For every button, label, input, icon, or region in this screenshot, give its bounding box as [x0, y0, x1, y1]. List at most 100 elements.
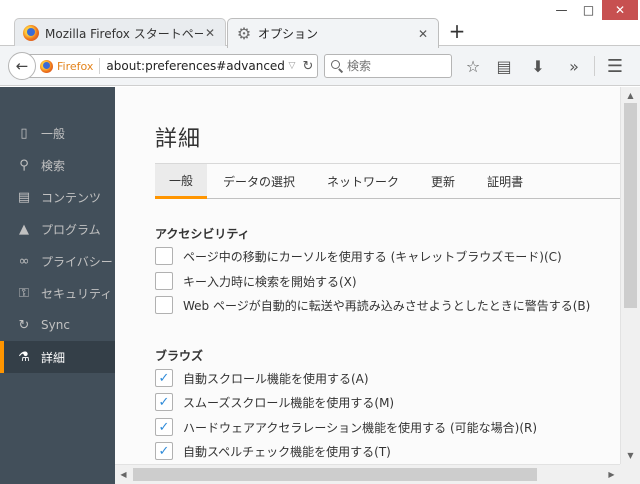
- sidebar-item-label: Sync: [41, 318, 70, 332]
- sidebar-item-label: 一般: [41, 126, 66, 141]
- tab-data-choices[interactable]: データの選択: [207, 164, 311, 199]
- checkbox-unchecked[interactable]: [155, 272, 173, 290]
- back-arrow-icon: ←: [15, 57, 29, 75]
- site-identity[interactable]: Firefox: [40, 58, 101, 74]
- option-search-on-typing[interactable]: キー入力時に検索を開始する(X): [155, 271, 357, 291]
- option-label: ページ中の移動にカーソルを使用する (キャレットブラウズモード)(C): [183, 249, 562, 264]
- scrollbar-corner: [620, 464, 640, 484]
- tab-update[interactable]: 更新: [415, 164, 471, 199]
- checkbox-checked[interactable]: ✓: [155, 393, 173, 411]
- scroll-down-icon[interactable]: ▼: [621, 447, 640, 464]
- section-title-browsing: ブラウズ: [155, 349, 204, 363]
- option-warn-redirect[interactable]: Web ページが自動的に転送や再読み込みさせようとしたときに警告する(B): [155, 295, 590, 315]
- gear-icon: ⚙: [236, 23, 252, 43]
- option-label: キー入力時に検索を開始する(X): [183, 274, 357, 289]
- menu-icon[interactable]: ☰: [604, 56, 626, 77]
- checkmark-icon: ✓: [158, 370, 170, 386]
- checkmark-icon: ✓: [158, 419, 170, 435]
- maximize-button[interactable]: □: [575, 0, 602, 20]
- tab-label: オプション: [258, 27, 319, 41]
- vertical-scroll-thumb[interactable]: [624, 103, 637, 308]
- option-spellcheck[interactable]: ✓ 自動スペルチェック機能を使用する(T): [155, 441, 391, 461]
- preferences-sidebar: ▯ 一般 ⚲ 検索 ▤ コンテンツ ▲ プログラム ∞ プライバシー ⚿ セキュ…: [0, 87, 115, 484]
- checkmark-icon: ✓: [158, 394, 170, 410]
- close-tab-icon[interactable]: ✕: [203, 26, 217, 40]
- search-input[interactable]: [347, 59, 447, 73]
- tab-certificates[interactable]: 証明書: [471, 164, 539, 199]
- reload-icon[interactable]: ↻: [299, 59, 317, 74]
- checkbox-checked[interactable]: ✓: [155, 418, 173, 436]
- section-title-accessibility: アクセシビリティ: [155, 227, 250, 241]
- search-icon: [331, 60, 343, 72]
- sidebar-item-applications[interactable]: ▲ プログラム: [0, 213, 115, 245]
- vertical-scrollbar[interactable]: ▲ ▼: [620, 87, 640, 464]
- tab-firefox-start-page[interactable]: Mozilla Firefox スタートページ ✕: [14, 18, 226, 47]
- checkmark-icon: ✓: [158, 443, 170, 459]
- minimize-button[interactable]: —: [548, 0, 575, 20]
- navigation-toolbar: ← Firefox about:preferences#advanced ▽ ↻…: [0, 46, 640, 86]
- sidebar-item-privacy[interactable]: ∞ プライバシー: [0, 245, 115, 277]
- sidebar-item-label: コンテンツ: [41, 190, 102, 205]
- tab-network[interactable]: ネットワーク: [311, 164, 415, 199]
- scroll-up-icon[interactable]: ▲: [621, 87, 640, 104]
- search-bar[interactable]: [324, 54, 452, 78]
- identity-label: Firefox: [57, 59, 94, 73]
- tab-general[interactable]: 一般: [155, 164, 208, 199]
- search-icon: ⚲: [19, 157, 29, 173]
- horizontal-scroll-thumb[interactable]: [133, 468, 537, 481]
- option-label: スムーズスクロール機能を使用する(M): [183, 395, 395, 410]
- checkbox-unchecked[interactable]: [155, 247, 173, 265]
- sidebar-item-label: セキュリティ: [41, 286, 113, 301]
- option-caret-browsing[interactable]: ページ中の移動にカーソルを使用する (キャレットブラウズモード)(C): [155, 246, 562, 266]
- page-title: 詳細: [155, 127, 202, 152]
- tab-label: Mozilla Firefox スタートページ: [45, 26, 203, 41]
- security-icon: ⚿: [19, 285, 29, 301]
- firefox-icon: [23, 25, 39, 41]
- sidebar-item-general[interactable]: ▯ 一般: [0, 117, 115, 149]
- option-label: ハードウェアアクセラレーション機能を使用する (可能な場合)(R): [183, 420, 538, 435]
- sidebar-item-label: プログラム: [41, 222, 101, 237]
- close-window-button[interactable]: ✕: [602, 0, 638, 20]
- scroll-right-icon[interactable]: ▶: [603, 465, 620, 484]
- preferences-content: 詳細 一般 データの選択 ネットワーク 更新 証明書 アクセシビリティ ページ中…: [115, 87, 620, 464]
- option-label: 自動スクロール機能を使用する(A): [183, 371, 369, 386]
- checkbox-checked[interactable]: ✓: [155, 369, 173, 387]
- reading-list-icon[interactable]: ▤: [493, 56, 515, 76]
- overflow-chevron-icon[interactable]: »: [563, 56, 585, 76]
- title-bar: — □ ✕ Mozilla Firefox スタートページ ✕ ⚙ オプション …: [0, 0, 640, 48]
- advanced-icon: ⚗: [18, 349, 30, 365]
- horizontal-scrollbar[interactable]: ◀ ▶: [115, 464, 620, 484]
- url-text[interactable]: about:preferences#advanced: [100, 59, 285, 73]
- url-bar[interactable]: Firefox about:preferences#advanced ▽ ↻: [28, 54, 318, 78]
- sidebar-item-label: 検索: [41, 158, 66, 173]
- star-icon[interactable]: ☆: [462, 56, 484, 76]
- new-tab-button[interactable]: +: [446, 20, 468, 44]
- content-icon: ▤: [17, 189, 31, 205]
- sidebar-item-advanced[interactable]: ⚗ 詳細: [0, 341, 115, 373]
- tab-options[interactable]: ⚙ オプション ✕: [227, 18, 439, 48]
- privacy-mask-icon: ∞: [18, 253, 30, 269]
- sidebar-item-label: 詳細: [41, 350, 66, 365]
- download-icon[interactable]: ⬇: [527, 56, 549, 76]
- option-smooth-scroll[interactable]: ✓ スムーズスクロール機能を使用する(M): [155, 392, 394, 412]
- checkbox-unchecked[interactable]: [155, 296, 173, 314]
- scroll-left-icon[interactable]: ◀: [115, 465, 132, 484]
- sidebar-item-content[interactable]: ▤ コンテンツ: [0, 181, 115, 213]
- close-tab-icon[interactable]: ✕: [416, 27, 430, 41]
- back-button[interactable]: ←: [8, 52, 36, 80]
- firefox-icon: [40, 59, 53, 73]
- url-dropdown-icon[interactable]: ▽: [285, 61, 299, 71]
- advanced-tabs: 一般 データの選択 ネットワーク 更新 証明書: [155, 163, 620, 199]
- option-hardware-acceleration[interactable]: ✓ ハードウェアアクセラレーション機能を使用する (可能な場合)(R): [155, 417, 537, 437]
- option-autoscroll[interactable]: ✓ 自動スクロール機能を使用する(A): [155, 368, 369, 388]
- sidebar-item-search[interactable]: ⚲ 検索: [0, 149, 115, 181]
- sidebar-item-label: プライバシー: [41, 254, 113, 269]
- general-icon: ▯: [20, 125, 28, 141]
- toolbar-separator: [594, 56, 595, 76]
- checkbox-checked[interactable]: ✓: [155, 442, 173, 460]
- sidebar-item-sync[interactable]: ↻ Sync: [0, 309, 115, 341]
- option-label: Web ページが自動的に転送や再読み込みさせようとしたときに警告する(B): [183, 298, 591, 313]
- option-label: 自動スペルチェック機能を使用する(T): [183, 444, 391, 459]
- sidebar-item-security[interactable]: ⚿ セキュリティ: [0, 277, 115, 309]
- applications-icon: ▲: [19, 221, 29, 237]
